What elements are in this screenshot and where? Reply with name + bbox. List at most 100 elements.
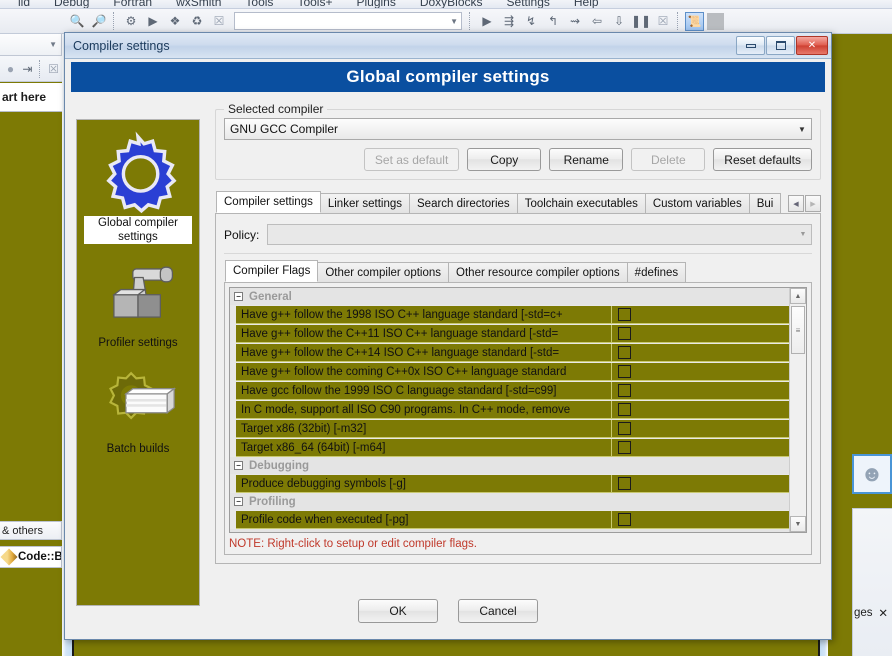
compiler-select[interactable]: GNU GCC Compiler ▼ xyxy=(224,118,812,140)
flag-checkbox-cell[interactable] xyxy=(611,439,789,456)
checkbox-icon[interactable] xyxy=(618,346,631,359)
ide-menu-item[interactable]: ild xyxy=(6,0,42,8)
collapse-icon[interactable]: − xyxy=(234,461,243,470)
gear-icon[interactable]: ⚙ xyxy=(121,11,141,31)
scroll-down-icon[interactable]: ▼ xyxy=(790,516,806,532)
flag-checkbox-cell[interactable] xyxy=(611,382,789,399)
sidebar-item-profiler-settings[interactable]: Profiler settings xyxy=(77,250,199,350)
collapse-icon[interactable]: − xyxy=(234,292,243,301)
checkbox-icon[interactable] xyxy=(618,403,631,416)
flag-group-header[interactable]: − Debugging xyxy=(230,457,789,474)
ide-menu-item[interactable]: wxSmith xyxy=(164,0,233,8)
jump-forward-icon[interactable]: ⇥ xyxy=(20,59,35,79)
ide-target-combo[interactable]: ▼ xyxy=(234,12,462,30)
ide-menu-item[interactable]: DoxyBlocks xyxy=(408,0,495,8)
next-instruction-icon[interactable]: ⇝ xyxy=(565,11,585,31)
various-info-icon[interactable] xyxy=(707,12,724,30)
flag-row[interactable]: Profile code when executed [-pg] xyxy=(236,511,789,529)
flag-checkbox-cell[interactable] xyxy=(611,401,789,418)
ok-button[interactable]: OK xyxy=(358,599,438,623)
checkbox-icon[interactable] xyxy=(618,308,631,321)
flag-row[interactable]: Have g++ follow the 1998 ISO C++ languag… xyxy=(236,306,789,324)
sidebar-item-global-compiler-settings[interactable]: Global compiler settings xyxy=(77,130,199,244)
collapse-icon[interactable]: − xyxy=(234,497,243,506)
tab-codeblocks-project[interactable]: Code::B xyxy=(0,546,62,568)
flag-row[interactable]: Target x86_64 (64bit) [-m64] xyxy=(236,439,789,457)
tab-other-resource-compiler-options[interactable]: Other resource compiler options xyxy=(448,262,628,282)
tab-search-directories[interactable]: Search directories xyxy=(409,193,518,213)
flag-row[interactable]: Have g++ follow the C++14 ISO C++ langua… xyxy=(236,344,789,362)
ide-messages-tab[interactable]: ges ✕ xyxy=(854,606,888,620)
zoom-icon[interactable]: 🔍 xyxy=(67,11,87,31)
tab-start-here[interactable]: art here xyxy=(0,83,62,112)
clear-icon[interactable]: ☒ xyxy=(46,59,61,79)
ide-menu-item[interactable]: Fortran xyxy=(101,0,164,8)
stop-icon[interactable]: ☒ xyxy=(653,11,673,31)
ide-menu-item[interactable]: Settings xyxy=(495,0,562,8)
flag-row[interactable]: In C mode, support all ISO C90 programs.… xyxy=(236,401,789,419)
flag-checkbox-cell[interactable] xyxy=(611,306,789,323)
checkbox-icon[interactable] xyxy=(618,384,631,397)
flag-checkbox-cell[interactable] xyxy=(611,325,789,342)
rename-button[interactable]: Rename xyxy=(549,148,624,171)
ide-menu-item[interactable]: Tools+ xyxy=(285,0,344,8)
tab-symbols-others[interactable]: & others xyxy=(0,521,62,540)
checkbox-icon[interactable] xyxy=(618,513,631,526)
flags-vertical-scrollbar[interactable]: ▲ ≡ ▼ xyxy=(789,288,806,532)
delete-button[interactable]: Delete xyxy=(631,148,706,171)
find-replace-icon[interactable]: 🔎 xyxy=(89,11,109,31)
tab-toolchain-executables[interactable]: Toolchain executables xyxy=(516,193,646,213)
step-out-icon[interactable]: ↰ xyxy=(543,11,563,31)
debugging-windows-icon[interactable]: 📜 xyxy=(685,11,704,31)
scroll-up-icon[interactable]: ▲ xyxy=(790,288,806,304)
flag-row[interactable]: Have g++ follow the C++11 ISO C++ langua… xyxy=(236,325,789,343)
cancel-button[interactable]: Cancel xyxy=(458,599,538,623)
abort-icon[interactable]: ☒ xyxy=(209,11,229,31)
tab-linker-settings[interactable]: Linker settings xyxy=(319,193,410,213)
minimize-icon[interactable] xyxy=(736,36,765,55)
step-instruction-icon[interactable]: ⇦ xyxy=(587,11,607,31)
run-to-cursor-icon[interactable]: ⇩ xyxy=(609,11,629,31)
policy-select[interactable]: ▼ xyxy=(267,224,812,245)
rebuild-icon[interactable]: ♻ xyxy=(187,11,207,31)
set-as-default-button[interactable]: Set as default xyxy=(363,148,460,171)
checkbox-icon[interactable] xyxy=(618,441,631,454)
scrollbar-thumb[interactable]: ≡ xyxy=(791,306,805,354)
checkbox-icon[interactable] xyxy=(618,365,631,378)
step-into-icon[interactable]: ↯ xyxy=(521,11,541,31)
flag-row[interactable]: Have g++ follow the coming C++0x ISO C++… xyxy=(236,363,789,381)
debug-run-icon[interactable]: ▶ xyxy=(477,11,497,31)
chevron-right-icon[interactable]: ▶ xyxy=(805,195,821,212)
ide-left-combo[interactable]: ▼ xyxy=(0,34,62,56)
compiler-flags-list[interactable]: − General Have g++ follow the 1998 ISO C… xyxy=(229,287,807,533)
flag-group-header[interactable]: − General xyxy=(230,288,789,305)
ide-menu-item[interactable]: Debug xyxy=(42,0,101,8)
run-icon[interactable]: ▶ xyxy=(143,11,163,31)
close-icon[interactable]: ✕ xyxy=(796,36,828,55)
sidebar-item-batch-builds[interactable]: Batch builds xyxy=(77,356,199,456)
tab-compiler-settings[interactable]: Compiler settings xyxy=(216,191,321,213)
build-run-icon[interactable]: ❖ xyxy=(165,11,185,31)
ide-menu-item[interactable]: Plugins xyxy=(344,0,407,8)
checkbox-icon[interactable] xyxy=(618,477,631,490)
reset-defaults-button[interactable]: Reset defaults xyxy=(713,148,812,171)
dialog-titlebar[interactable]: Compiler settings ✕ xyxy=(65,33,831,59)
flag-row[interactable]: Target x86 (32bit) [-m32] xyxy=(236,420,789,438)
ide-menu-item[interactable]: Tools xyxy=(233,0,285,8)
break-icon[interactable]: ❚❚ xyxy=(631,11,651,31)
close-icon[interactable]: ✕ xyxy=(878,606,888,620)
tab-compiler-flags[interactable]: Compiler Flags xyxy=(225,260,319,282)
record-icon[interactable]: ● xyxy=(3,59,18,79)
flag-checkbox-cell[interactable] xyxy=(611,363,789,380)
ide-menu-item[interactable]: Help xyxy=(562,0,611,8)
flag-checkbox-cell[interactable] xyxy=(611,475,789,492)
tab-other-compiler-options[interactable]: Other compiler options xyxy=(317,262,450,282)
checkbox-icon[interactable] xyxy=(618,327,631,340)
copy-button[interactable]: Copy xyxy=(467,148,542,171)
penguin-icon[interactable]: ☻ xyxy=(852,454,892,494)
next-line-icon[interactable]: ⇶ xyxy=(499,11,519,31)
flag-row[interactable]: Have gcc follow the 1999 ISO C language … xyxy=(236,382,789,400)
maximize-icon[interactable] xyxy=(766,36,795,55)
flag-group-header[interactable]: − Profiling xyxy=(230,493,789,510)
flag-group-header[interactable]: − Warnings xyxy=(230,529,789,532)
